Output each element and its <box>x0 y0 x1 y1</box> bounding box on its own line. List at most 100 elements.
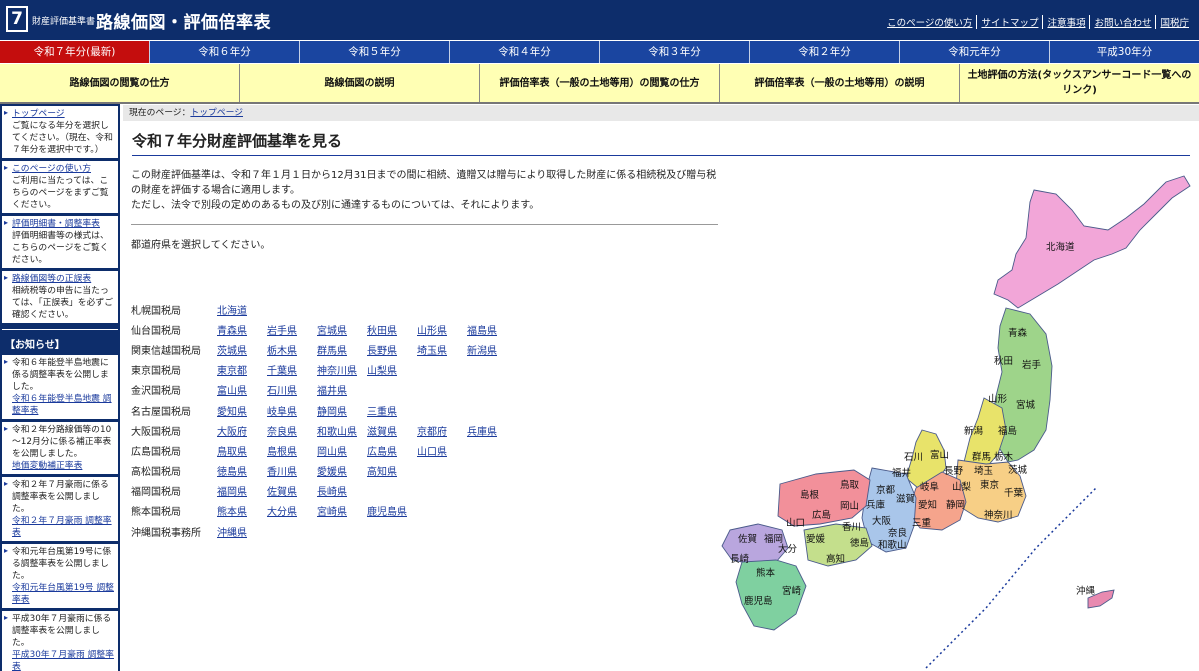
map-label-nara[interactable]: 奈良 <box>888 527 908 539</box>
map-label-ehime[interactable]: 愛媛 <box>806 533 826 545</box>
year-tab-r4[interactable]: 令和４年分 <box>449 41 599 63</box>
map-label-miyazaki[interactable]: 宮崎 <box>782 585 802 597</box>
prefecture-link[interactable]: 鳥取県 <box>217 443 267 458</box>
site-title[interactable]: 路線価図・評価倍率表 <box>96 8 271 33</box>
notice-link[interactable]: 地価変動補正率表 <box>12 460 115 472</box>
prefecture-link[interactable]: 長野県 <box>367 342 417 357</box>
prefecture-link[interactable]: 岡山県 <box>317 443 367 458</box>
prefecture-link[interactable]: 福岡県 <box>217 483 267 498</box>
map-label-aichi[interactable]: 愛知 <box>918 499 937 511</box>
region-hokkaido[interactable] <box>993 175 1191 309</box>
prefecture-link[interactable]: 神奈川県 <box>317 362 367 377</box>
map-label-wakayama[interactable]: 和歌山 <box>878 539 907 551</box>
map-label-hiroshima[interactable]: 広島 <box>812 509 831 521</box>
prefecture-link[interactable]: 佐賀県 <box>267 483 317 498</box>
sidebar-link-usage[interactable]: このページの使い方 <box>12 163 115 175</box>
prefecture-link[interactable]: 兵庫県 <box>467 423 517 438</box>
notice-link[interactable]: 令和６年能登半島地震 調整率表 <box>12 393 115 417</box>
notice-link[interactable]: 令和２年７月豪雨 調整率表 <box>12 515 115 539</box>
map-label-saitama[interactable]: 埼玉 <box>974 465 994 477</box>
prefecture-link[interactable]: 岐阜県 <box>267 403 317 418</box>
year-tab-r3[interactable]: 令和３年分 <box>599 41 749 63</box>
notice-link[interactable]: 平成30年７月豪雨 調整率表 <box>12 649 115 671</box>
prefecture-link[interactable]: 和歌山県 <box>317 423 367 438</box>
menu-rosenka-explain[interactable]: 路線価図の説明 <box>239 64 479 102</box>
map-label-gifu[interactable]: 岐阜 <box>920 481 939 493</box>
prefecture-link[interactable]: 宮城県 <box>317 322 367 337</box>
sidebar-link-errata[interactable]: 路線価図等の正誤表 <box>12 273 115 285</box>
prefecture-link[interactable]: 大分県 <box>267 503 317 518</box>
map-label-kyoto[interactable]: 京都 <box>876 484 896 496</box>
prefecture-link[interactable]: 沖縄県 <box>217 524 267 539</box>
menu-land-valuation[interactable]: 土地評価の方法(タックスアンサーコード一覧へのリンク) <box>959 64 1199 102</box>
prefecture-link[interactable]: 静岡県 <box>317 403 367 418</box>
prefecture-link[interactable]: 東京都 <box>217 362 267 377</box>
map-label-yamanashi[interactable]: 山梨 <box>952 481 972 493</box>
map-label-yamaguchi[interactable]: 山口 <box>786 518 805 529</box>
prefecture-link[interactable]: 徳島県 <box>217 463 267 478</box>
map-label-chiba[interactable]: 千葉 <box>1004 487 1024 499</box>
prefecture-link[interactable]: 石川県 <box>267 382 317 397</box>
map-label-kanagawa[interactable]: 神奈川 <box>984 509 1013 521</box>
map-label-kagawa[interactable]: 香川 <box>842 522 861 533</box>
menu-bairitsu-howto[interactable]: 評価倍率表（一般の土地等用）の閲覧の仕方 <box>479 64 719 102</box>
prefecture-link[interactable]: 大阪府 <box>217 423 267 438</box>
prefecture-link[interactable]: 青森県 <box>217 322 267 337</box>
map-label-iwate[interactable]: 岩手 <box>1022 359 1042 371</box>
prefecture-link[interactable]: 北海道 <box>217 302 267 317</box>
map-label-nagasaki[interactable]: 長崎 <box>730 553 750 565</box>
map-label-mie[interactable]: 三重 <box>912 517 932 529</box>
map-label-hokkaido[interactable]: 北海道 <box>1046 241 1075 253</box>
map-label-gunma[interactable]: 群馬 <box>972 451 991 463</box>
map-label-hyogo[interactable]: 兵庫 <box>866 499 886 511</box>
prefecture-link[interactable]: 広島県 <box>367 443 417 458</box>
prefecture-link[interactable]: 群馬県 <box>317 342 367 357</box>
prefecture-link[interactable]: 愛知県 <box>217 403 267 418</box>
year-tab-h30[interactable]: 平成30年分 <box>1049 41 1199 63</box>
map-label-toyama[interactable]: 富山 <box>930 449 949 461</box>
prefecture-link[interactable]: 千葉県 <box>267 362 317 377</box>
map-label-akita[interactable]: 秋田 <box>994 355 1013 367</box>
prefecture-link[interactable]: 長崎県 <box>317 483 367 498</box>
sidebar-link-forms[interactable]: 評価明細書・調整率表 <box>12 218 115 230</box>
year-tab-r5[interactable]: 令和５年分 <box>299 41 449 63</box>
map-label-ishikawa[interactable]: 石川 <box>904 452 923 463</box>
prefecture-link[interactable]: 福島県 <box>467 322 517 337</box>
prefecture-link[interactable]: 高知県 <box>367 463 417 478</box>
map-label-tottori[interactable]: 鳥取 <box>840 479 860 491</box>
breadcrumb-link-top[interactable]: トップページ <box>190 108 243 118</box>
prefecture-link[interactable]: 秋田県 <box>367 322 417 337</box>
prefecture-link[interactable]: 栃木県 <box>267 342 317 357</box>
prefecture-link[interactable]: 新潟県 <box>467 342 517 357</box>
map-label-tokushima[interactable]: 徳島 <box>850 537 869 549</box>
prefecture-link[interactable]: 島根県 <box>267 443 317 458</box>
map-label-aomori[interactable]: 青森 <box>1008 327 1028 339</box>
prefecture-link[interactable]: 山形県 <box>417 322 467 337</box>
map-label-yamagata[interactable]: 山形 <box>988 393 1008 405</box>
map-label-oita[interactable]: 大分 <box>778 543 798 555</box>
map-label-shizuoka[interactable]: 静岡 <box>946 499 965 511</box>
header-link-usage[interactable]: このページの使い方 <box>883 15 976 29</box>
year-tab-r1[interactable]: 令和元年分 <box>899 41 1049 63</box>
prefecture-link[interactable]: 三重県 <box>367 403 417 418</box>
header-link-contact[interactable]: お問い合わせ <box>1089 15 1155 29</box>
map-label-osaka[interactable]: 大阪 <box>872 515 892 527</box>
menu-bairitsu-explain[interactable]: 評価倍率表（一般の土地等用）の説明 <box>719 64 959 102</box>
logo-icon[interactable]: 7 <box>6 6 28 32</box>
header-link-nta[interactable]: 国税庁 <box>1155 15 1193 29</box>
map-label-tokyo[interactable]: 東京 <box>980 479 999 491</box>
year-tab-r7[interactable]: 令和７年分(最新) <box>0 41 149 63</box>
menu-rosenka-howto[interactable]: 路線価図の閲覧の仕方 <box>0 64 239 102</box>
prefecture-link[interactable]: 富山県 <box>217 382 267 397</box>
map-label-kagoshima[interactable]: 鹿児島 <box>744 595 773 607</box>
map-label-kumamoto[interactable]: 熊本 <box>756 567 776 579</box>
header-link-sitemap[interactable]: サイトマップ <box>976 15 1042 29</box>
prefecture-link[interactable]: 鹿児島県 <box>367 503 417 518</box>
map-label-tochigi[interactable]: 栃木 <box>994 451 1014 463</box>
prefecture-link[interactable]: 滋賀県 <box>367 423 417 438</box>
prefecture-link[interactable]: 奈良県 <box>267 423 317 438</box>
prefecture-link[interactable]: 熊本県 <box>217 503 267 518</box>
prefecture-link[interactable]: 宮崎県 <box>317 503 367 518</box>
prefecture-link[interactable]: 岩手県 <box>267 322 317 337</box>
prefecture-link[interactable]: 茨城県 <box>217 342 267 357</box>
